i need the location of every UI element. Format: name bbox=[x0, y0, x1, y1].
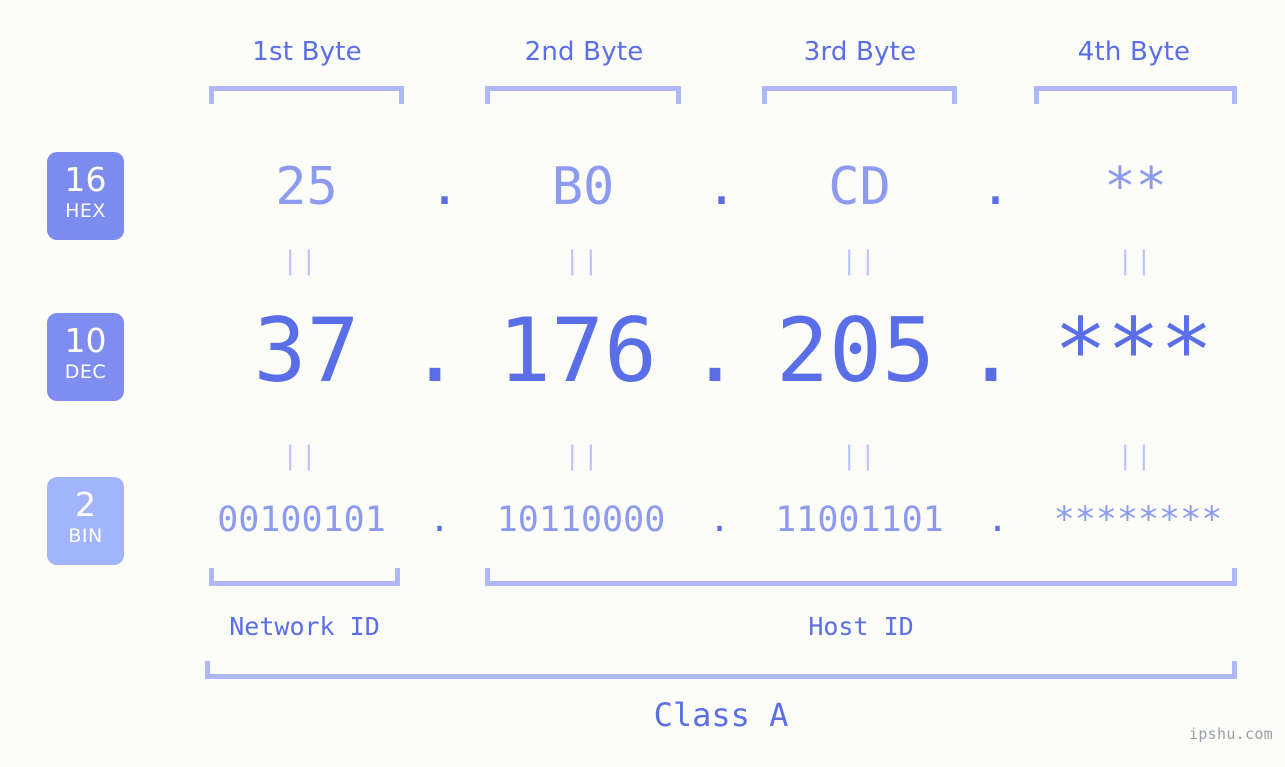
byte-header-label-3: 3rd Byte bbox=[803, 37, 917, 67]
class-bracket bbox=[205, 661, 1237, 679]
bin-separator-3: . bbox=[986, 500, 1009, 540]
byte-bracket-1 bbox=[209, 86, 404, 104]
hex-separator-2: . bbox=[705, 157, 738, 217]
ip-address-breakdown-diagram: 1st Byte 2nd Byte 3rd Byte 4th Byte 16 H… bbox=[0, 0, 1285, 767]
base-badge-dec-number: 10 bbox=[64, 321, 107, 360]
base-badge-hex-number: 16 bbox=[64, 160, 107, 199]
bin-byte-3: 11001101 bbox=[775, 500, 944, 540]
byte-header-label-1: 1st Byte bbox=[252, 37, 362, 67]
hex-byte-3: CD bbox=[828, 157, 891, 217]
base-badge-bin[interactable]: 2 BIN bbox=[47, 477, 124, 565]
base-badge-bin-number: 2 bbox=[75, 485, 96, 524]
bin-byte-2: 10110000 bbox=[496, 500, 666, 540]
equals-hex-dec-4: || bbox=[1117, 246, 1155, 276]
hex-byte-1: 25 bbox=[275, 157, 338, 217]
byte-bracket-3 bbox=[762, 86, 957, 104]
base-badge-dec[interactable]: 10 DEC bbox=[47, 313, 124, 401]
equals-dec-bin-3: || bbox=[841, 441, 879, 471]
equals-dec-bin-2: || bbox=[564, 441, 602, 471]
base-badge-bin-name: BIN bbox=[68, 525, 103, 547]
dec-byte-3: 205 bbox=[776, 299, 935, 402]
byte-bracket-4 bbox=[1034, 86, 1237, 104]
byte-header-label-4: 4th Byte bbox=[1077, 37, 1191, 67]
bin-byte-4: ******** bbox=[1053, 500, 1223, 540]
host-id-label: Host ID bbox=[808, 612, 914, 641]
base-badge-dec-name: DEC bbox=[64, 361, 107, 383]
dec-byte-1: 37 bbox=[253, 299, 360, 402]
hex-byte-2: B0 bbox=[551, 157, 615, 217]
network-id-label: Network ID bbox=[229, 612, 380, 641]
dec-separator-3: . bbox=[964, 299, 1018, 402]
base-badge-hex[interactable]: 16 HEX bbox=[47, 152, 124, 240]
bin-separator-1: . bbox=[428, 500, 451, 540]
equals-dec-bin-1: || bbox=[282, 441, 320, 471]
equals-dec-bin-4: || bbox=[1117, 441, 1155, 471]
equals-hex-dec-1: || bbox=[282, 246, 320, 276]
byte-bracket-2 bbox=[485, 86, 681, 104]
network-id-bracket bbox=[209, 568, 400, 586]
class-label: Class A bbox=[653, 696, 789, 734]
dec-byte-4: *** bbox=[1054, 299, 1213, 402]
byte-header-label-2: 2nd Byte bbox=[524, 37, 644, 67]
dec-separator-2: . bbox=[688, 299, 742, 402]
dec-byte-2: 176 bbox=[498, 299, 657, 402]
bin-byte-1: 00100101 bbox=[217, 500, 386, 540]
bin-separator-2: . bbox=[708, 500, 731, 540]
hex-byte-4: ** bbox=[1104, 157, 1167, 217]
host-id-bracket bbox=[485, 568, 1237, 586]
dec-separator-1: . bbox=[408, 299, 462, 402]
base-badge-hex-name: HEX bbox=[65, 200, 106, 222]
equals-hex-dec-2: || bbox=[564, 246, 602, 276]
hex-separator-3: . bbox=[979, 157, 1012, 217]
equals-hex-dec-3: || bbox=[841, 246, 879, 276]
hex-separator-1: . bbox=[428, 157, 461, 217]
site-watermark: ipshu.com bbox=[1189, 725, 1273, 743]
